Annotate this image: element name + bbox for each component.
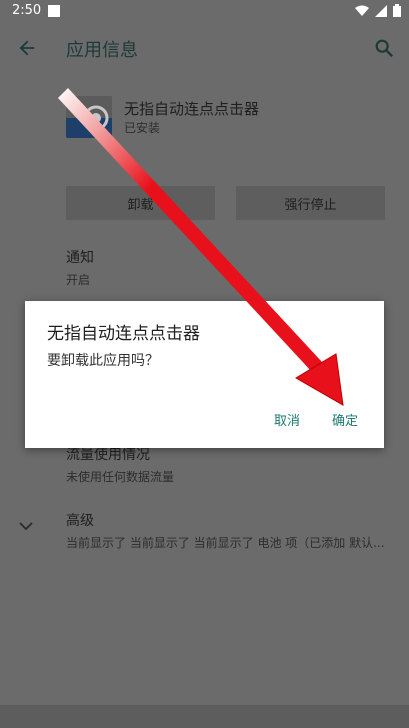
data-usage-setting[interactable]: 流量使用情况 未使用任何数据流量 <box>66 444 174 485</box>
notifications-setting[interactable]: 通知 开启 <box>66 247 94 288</box>
notifications-subtitle: 开启 <box>66 273 91 287</box>
app-name: 无指自动连点点击器 <box>124 100 260 118</box>
app-icon <box>66 96 112 138</box>
notification-icon <box>48 5 60 17</box>
force-stop-button[interactable]: 强行停止 <box>236 186 385 220</box>
advanced-setting[interactable]: 高级 当前显示了 当前显示了 当前显示了 电池 项（已添加 默认... <box>66 510 385 551</box>
app-install-status: 已安装 <box>124 121 161 135</box>
status-time: 2:50 <box>12 3 42 18</box>
signal-icon <box>375 4 387 17</box>
status-icons <box>355 4 401 17</box>
advanced-subtitle: 当前显示了 当前显示了 当前显示了 电池 项（已添加 默认... <box>66 536 385 550</box>
dialog-message: 要卸载此应用吗？ <box>47 353 159 369</box>
app-bar: 应用信息 <box>0 24 409 74</box>
uninstall-button[interactable]: 卸载 <box>66 186 215 220</box>
back-arrow-icon[interactable] <box>16 37 38 59</box>
chevron-down-icon[interactable] <box>18 518 34 534</box>
battery-icon <box>393 4 401 17</box>
advanced-title: 高级 <box>66 513 94 529</box>
uninstall-dialog: 无指自动连点点击器 要卸载此应用吗？ 取消 确定 <box>25 301 384 448</box>
page-title: 应用信息 <box>66 40 138 61</box>
dialog-title: 无指自动连点点击器 <box>47 324 200 344</box>
app-header: 无指自动连点点击器 已安装 <box>0 88 409 148</box>
status-bar: 2:50 <box>0 0 409 24</box>
wifi-icon <box>355 5 369 16</box>
cancel-button[interactable]: 取消 <box>274 410 300 429</box>
notifications-title: 通知 <box>66 250 94 266</box>
data-usage-subtitle: 未使用任何数据流量 <box>66 470 175 484</box>
confirm-button[interactable]: 确定 <box>332 410 358 429</box>
search-icon[interactable] <box>373 37 395 59</box>
navigation-bar <box>0 705 409 728</box>
